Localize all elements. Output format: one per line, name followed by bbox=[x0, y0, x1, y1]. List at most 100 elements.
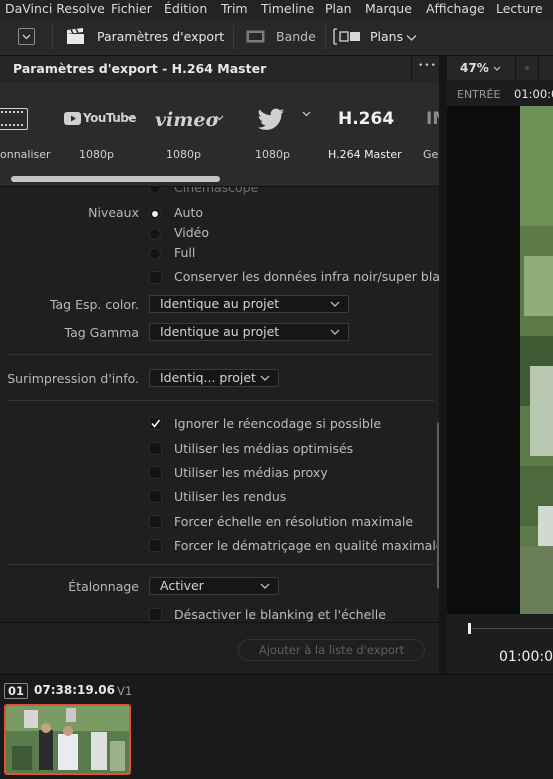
preset-image-label: Gen bbox=[423, 148, 439, 161]
grading-label: Étalonnage bbox=[68, 579, 139, 594]
chevron-down-icon bbox=[493, 66, 501, 71]
export-settings-tab[interactable]: Paramètres d'export bbox=[97, 29, 224, 44]
more-options-icon[interactable]: ••• bbox=[418, 61, 437, 71]
gamma-tag-dropdown[interactable]: Identique au projet bbox=[149, 323, 349, 341]
chevron-down-icon bbox=[260, 375, 270, 381]
filmstrip-icon bbox=[1, 111, 23, 115]
current-timecode: 01:00:0 bbox=[499, 649, 553, 665]
use-proxy-media-label: Utiliser les médias proxy bbox=[174, 465, 328, 480]
clip-timeline: 01 07:38:19.06 V1 bbox=[0, 674, 553, 779]
header-divider bbox=[411, 56, 412, 82]
clip-thumbnail[interactable] bbox=[4, 704, 131, 775]
chevron-down-icon bbox=[215, 115, 224, 121]
levels-video-label: Vidéo bbox=[174, 225, 210, 240]
menu-playback[interactable]: Lecture bbox=[496, 1, 543, 16]
clapperboard-icon bbox=[67, 28, 84, 44]
levels-auto-label: Auto bbox=[174, 205, 204, 220]
preset-vimeo-button[interactable]: vimeo bbox=[155, 109, 218, 131]
menu-davinci-resolve[interactable]: DaVinci Resolve bbox=[5, 1, 105, 16]
clips-tab[interactable]: Plans bbox=[370, 29, 403, 44]
menu-bar: DaVinci Resolve Fichier Édition Trim Tim… bbox=[0, 0, 553, 19]
menu-edit[interactable]: Édition bbox=[164, 1, 207, 16]
in-point-timecode: 01:00:0 bbox=[514, 87, 553, 101]
preset-vimeo-resolution: 1080p bbox=[166, 148, 201, 161]
force-max-scaling-checkbox[interactable] bbox=[149, 515, 162, 528]
use-render-cache-label: Utiliser les rendus bbox=[174, 489, 287, 504]
section-divider bbox=[8, 354, 434, 355]
overlay-value: Identiq... projet bbox=[160, 370, 256, 385]
grading-dropdown[interactable]: Activer bbox=[149, 577, 279, 595]
force-debayer-label: Forcer le dématriçage en qualité maximal… bbox=[174, 538, 439, 553]
preset-youtube-resolution: 1080p bbox=[79, 148, 114, 161]
viewer-timecode-bar: ENTRÉE 01:00:0 bbox=[447, 82, 553, 106]
toolbar-divider bbox=[233, 25, 234, 49]
cinemascope-radio[interactable] bbox=[149, 187, 161, 194]
export-footer: Ajouter à la liste d'export bbox=[0, 622, 447, 675]
menu-clip[interactable]: Plan bbox=[325, 1, 352, 16]
toolbar-divider bbox=[325, 25, 326, 49]
preset-youtube-button[interactable]: YouTube bbox=[64, 110, 137, 130]
viewer-options-icon[interactable] bbox=[525, 66, 529, 70]
levels-label: Niveaux bbox=[88, 205, 139, 220]
gamma-tag-label: Tag Gamma bbox=[64, 325, 140, 340]
settings-panel: Cinémascope Niveaux Auto Vidéo Full Cons… bbox=[0, 187, 439, 622]
chevron-down-icon bbox=[260, 583, 270, 589]
menu-trim[interactable]: Trim bbox=[221, 1, 248, 16]
overlay-label: Surimpression d'info. bbox=[7, 371, 139, 386]
preset-custom-label: onnaliser bbox=[0, 148, 51, 161]
use-optimized-media-checkbox[interactable] bbox=[149, 442, 162, 455]
use-proxy-media-checkbox[interactable] bbox=[149, 466, 162, 479]
viewer-transport: 01:00:0 bbox=[447, 614, 553, 674]
chevron-down-icon bbox=[330, 329, 340, 335]
strip-tab[interactable]: Bande bbox=[276, 29, 316, 44]
video-preview bbox=[520, 106, 553, 614]
panel-toggle-button[interactable] bbox=[18, 28, 35, 45]
preset-custom-button[interactable] bbox=[0, 108, 28, 130]
levels-full-radio[interactable] bbox=[149, 248, 161, 260]
clips-icon bbox=[333, 28, 360, 45]
scrubber-track[interactable] bbox=[469, 628, 553, 629]
preset-h264-label: H.264 Master bbox=[328, 148, 402, 161]
clip-timecode: 07:38:19.06 bbox=[34, 683, 115, 697]
section-divider bbox=[8, 564, 434, 565]
force-debayer-checkbox[interactable] bbox=[149, 539, 162, 552]
preset-scrollbar[interactable] bbox=[11, 176, 220, 182]
chevron-down-icon bbox=[22, 34, 31, 40]
preset-image-button[interactable]: IM bbox=[426, 109, 439, 129]
use-optimized-media-label: Utiliser les médias optimisés bbox=[174, 441, 354, 456]
chevron-down-icon bbox=[406, 35, 417, 41]
menu-timeline[interactable]: Timeline bbox=[261, 1, 314, 16]
clip-thumbnail-image bbox=[6, 706, 129, 773]
bypass-reencode-checkbox[interactable] bbox=[149, 417, 162, 430]
levels-video-radio[interactable] bbox=[149, 228, 161, 240]
menu-mark[interactable]: Marque bbox=[365, 1, 412, 16]
checkmark-icon bbox=[151, 419, 161, 428]
color-space-tag-dropdown[interactable]: Identique au projet bbox=[149, 295, 349, 313]
twitter-icon[interactable] bbox=[257, 108, 285, 131]
gamma-tag-value: Identique au projet bbox=[160, 324, 280, 339]
levels-full-label: Full bbox=[174, 245, 196, 260]
viewer-header: 47% bbox=[447, 56, 553, 80]
chevron-down-icon bbox=[330, 301, 340, 307]
levels-auto-radio[interactable] bbox=[149, 208, 161, 220]
in-point-label: ENTRÉE bbox=[457, 88, 501, 101]
filmstrip-icon bbox=[246, 30, 265, 43]
panel-splitter[interactable] bbox=[439, 56, 447, 674]
preserve-levels-checkbox[interactable] bbox=[149, 271, 162, 284]
menu-file[interactable]: Fichier bbox=[111, 1, 152, 16]
preset-strip: onnaliser YouTube 1080p vimeo 1080p 1080… bbox=[0, 82, 439, 187]
disable-blanking-checkbox[interactable] bbox=[149, 608, 162, 621]
zoom-level[interactable]: 47% bbox=[460, 61, 489, 75]
preset-h264-button[interactable]: H.264 bbox=[338, 109, 394, 129]
preserve-levels-label: Conserver les données infra noir/super b… bbox=[174, 269, 439, 284]
force-max-scaling-label: Forcer échelle en résolution maximale bbox=[174, 514, 414, 529]
grading-value: Activer bbox=[160, 578, 204, 593]
add-to-render-queue-button[interactable]: Ajouter à la liste d'export bbox=[238, 639, 425, 661]
overlay-dropdown[interactable]: Identiq... projet bbox=[149, 369, 279, 387]
clip-index: 01 bbox=[4, 683, 28, 699]
use-render-cache-checkbox[interactable] bbox=[149, 490, 162, 503]
menu-view[interactable]: Affichage bbox=[426, 1, 485, 16]
toolbar-divider bbox=[52, 25, 53, 49]
section-divider bbox=[8, 400, 434, 401]
playhead[interactable] bbox=[468, 623, 471, 634]
